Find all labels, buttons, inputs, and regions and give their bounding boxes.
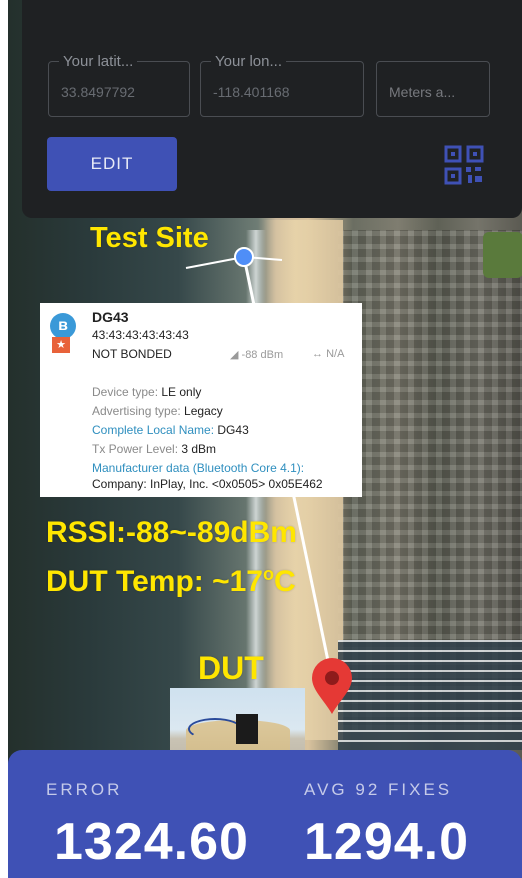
device-name: DG43	[92, 309, 129, 325]
dut-wire	[188, 718, 242, 740]
map-pin-icon[interactable]	[312, 658, 352, 714]
qr-code-icon[interactable]	[444, 145, 484, 185]
advertising-type-row: Advertising type: Legacy	[92, 404, 223, 418]
longitude-field[interactable]: Your lon... -118.401168	[200, 53, 364, 117]
interval-value: N/A	[326, 348, 345, 360]
latitude-label: Your latit...	[59, 53, 138, 70]
dut-temp-prefix: DUT Temp: ~17	[46, 565, 263, 598]
rssi-reading: ◢ -88 dBm	[230, 348, 283, 361]
bluetooth-icon: ʙ	[50, 313, 76, 339]
rssi-annotation: RSSI:-88~-89dBm	[46, 516, 297, 549]
manufacturer-data-label: Manufacturer data (Bluetooth Core 4.1):	[92, 461, 305, 475]
dut-temp-annotation: DUT Temp: ~17oC	[46, 564, 296, 599]
bond-status: NOT BONDED	[92, 347, 172, 361]
tx-power-value: 3 dBm	[181, 442, 217, 456]
device-type-row: Device type: LE only	[92, 385, 201, 399]
tx-power-row: Tx Power Level: 3 dBm	[92, 442, 216, 456]
ble-device-card: ʙ ★ DG43 43:43:43:43:43:43 NOT BONDED ◢ …	[40, 303, 362, 497]
error-value: 1324.60	[54, 813, 249, 871]
meters-field[interactable]: Meters a...	[376, 61, 490, 117]
interval-reading: ↔ N/A	[312, 348, 344, 360]
interval-icon: ↔	[312, 348, 323, 360]
location-settings-card: Your latit... 33.8497792 Your lon... -11…	[22, 0, 522, 218]
dut-board	[236, 714, 258, 744]
longitude-label: Your lon...	[211, 53, 286, 70]
advertising-type-value: Legacy	[184, 404, 223, 418]
dut-temp-unit: C	[274, 565, 296, 598]
meters-placeholder: Meters a...	[389, 84, 456, 100]
error-label: ERROR	[46, 780, 123, 799]
avg-value: 1294.0	[304, 813, 470, 871]
stats-panel: ERROR AVG 92 FIXES 1324.60 1294.0	[8, 750, 522, 878]
device-address: 43:43:43:43:43:43	[92, 328, 189, 342]
test-site-label: Test Site	[90, 222, 209, 254]
latitude-value: 33.8497792	[61, 84, 135, 100]
avg-fixes-label: AVG 92 FIXES	[304, 780, 453, 799]
local-name-row: Complete Local Name: DG43	[92, 423, 249, 437]
device-type-value: LE only	[161, 385, 202, 399]
longitude-value: -118.401168	[213, 84, 290, 100]
advertising-type-label: Advertising type:	[92, 404, 185, 418]
local-name-value: DG43	[217, 423, 249, 437]
location-dot-icon[interactable]	[234, 247, 254, 267]
signal-icon: ◢	[230, 349, 239, 361]
latitude-field[interactable]: Your latit... 33.8497792	[48, 53, 190, 117]
dut-label: DUT	[198, 650, 264, 686]
favorite-badge-icon: ★	[52, 337, 70, 353]
device-type-label: Device type:	[92, 385, 162, 399]
manufacturer-data-value: Company: InPlay, Inc. <0x0505> 0x05E462	[92, 477, 323, 491]
rssi-value: -88 dBm	[241, 349, 284, 361]
app-screen: Your latit... 33.8497792 Your lon... -11…	[0, 0, 522, 878]
tx-power-label: Tx Power Level:	[92, 442, 182, 456]
local-name-label: Complete Local Name:	[92, 423, 218, 437]
edit-button[interactable]: EDIT	[47, 137, 177, 191]
dut-temp-degree: o	[263, 564, 274, 584]
